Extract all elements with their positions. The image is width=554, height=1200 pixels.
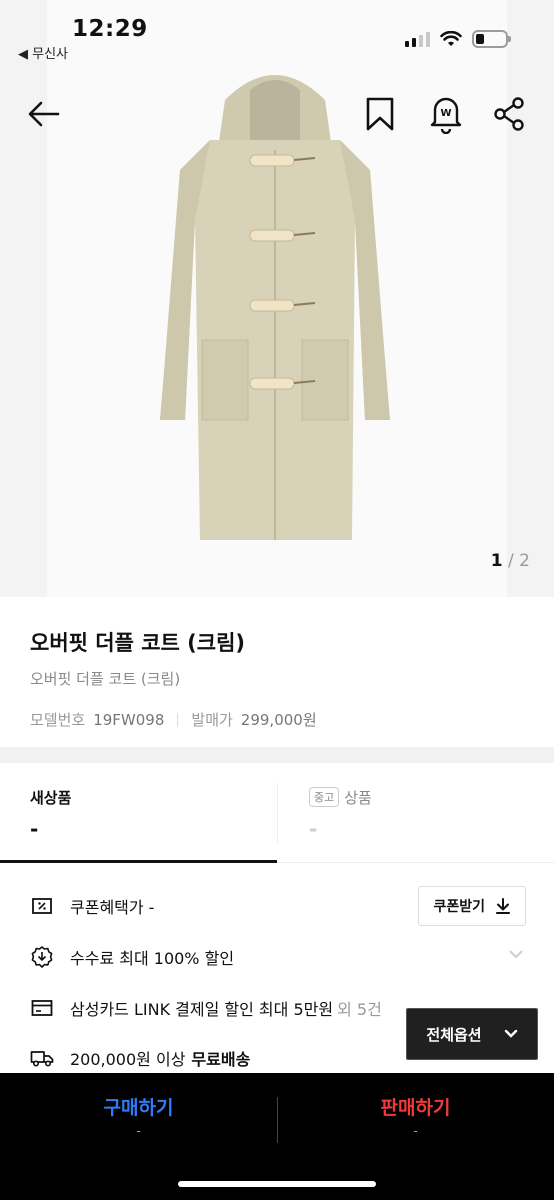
pager-current: 1 (490, 551, 503, 571)
buy-button[interactable]: 구매하기 - (0, 1093, 277, 1138)
product-meta: 모델번호 19FW098 발매가 299,000원 (30, 709, 524, 730)
back-arrow-icon[interactable] (26, 96, 62, 132)
image-pager: 1 / 2 (491, 551, 530, 571)
release-price-value: 299,000원 (240, 711, 317, 729)
tab-used-label-wrap: 중고 상품 (309, 787, 372, 808)
product-title: 오버핏 더플 코트 (크림) (30, 631, 246, 655)
fee-discount-row[interactable]: 수수료 최대 100% 할인 (30, 937, 530, 977)
meta-separator (177, 712, 179, 727)
wifi-icon (440, 31, 462, 46)
buy-sub: - (136, 1124, 141, 1138)
tab-new-product[interactable]: 새상품 - (0, 763, 277, 863)
used-badge: 중고 (309, 787, 340, 807)
status-icons (405, 30, 511, 48)
tab-divider (277, 783, 278, 843)
all-options-button[interactable]: 전체옵션 (406, 1008, 538, 1060)
chevron-down-icon (509, 950, 523, 959)
product-top-nav: W (0, 92, 554, 138)
share-icon[interactable] (492, 96, 526, 132)
card-discount-text: 삼성카드 LINK 결제일 할인 최대 5만원 (70, 1000, 334, 1019)
signal-icon (405, 31, 430, 47)
get-coupon-button[interactable]: 쿠폰받기 (418, 886, 526, 926)
shipping-text: 200,000원 이상 (70, 1050, 186, 1069)
card-discount-more: 외 5건 (337, 1000, 382, 1019)
get-coupon-label: 쿠폰받기 (433, 899, 485, 915)
buy-label: 구매하기 (103, 1097, 174, 1119)
section-divider (0, 747, 554, 763)
tab-new-label: 새상품 (30, 789, 72, 807)
coupon-price-text: 쿠폰혜택가 - (70, 898, 155, 917)
all-options-label: 전체옵션 (426, 1025, 482, 1044)
card-icon (30, 996, 54, 1020)
truck-icon (30, 1046, 54, 1070)
condition-tabs: 새상품 - 중고 상품 - (0, 763, 554, 863)
tab-used-price: - (309, 817, 318, 841)
status-time: 12:29 (72, 16, 148, 42)
product-subtitle: 오버핏 더플 코트 (크림) (30, 670, 181, 688)
svg-text:W: W (440, 108, 451, 119)
bottom-action-bar: 구매하기 - 판매하기 - (0, 1073, 554, 1200)
release-price-label: 발매가 (191, 711, 233, 729)
fee-discount-text: 수수료 최대 100% 할인 (70, 949, 235, 968)
home-indicator[interactable] (178, 1181, 376, 1187)
bell-icon[interactable]: W (429, 94, 463, 134)
download-icon (496, 898, 510, 914)
product-image-carousel[interactable]: 1 / 2 (0, 0, 554, 597)
status-bar: 12:29 ◀ 무신사 (0, 0, 554, 62)
sell-label: 판매하기 (380, 1097, 451, 1119)
coupon-icon (30, 894, 54, 918)
sell-sub: - (413, 1124, 418, 1138)
product-info: 오버핏 더플 코트 (크림) 오버핏 더플 코트 (크림) 모델번호 19FW0… (0, 597, 554, 747)
tab-used-product[interactable]: 중고 상품 - (277, 763, 554, 863)
sell-button[interactable]: 판매하기 - (277, 1093, 554, 1138)
pager-total: / 2 (508, 551, 530, 571)
battery-icon (472, 30, 511, 48)
model-number-value: 19FW098 (93, 710, 165, 729)
back-to-app-link[interactable]: ◀ 무신사 (18, 43, 68, 62)
discount-icon (30, 945, 54, 969)
bookmark-icon[interactable] (364, 96, 396, 132)
model-number-label: 모델번호 (30, 711, 86, 729)
tab-new-price: - (30, 817, 39, 841)
shipping-bold: 무료배송 (191, 1050, 251, 1069)
chevron-down-icon (504, 1029, 517, 1038)
tab-used-label: 상품 (344, 789, 372, 807)
